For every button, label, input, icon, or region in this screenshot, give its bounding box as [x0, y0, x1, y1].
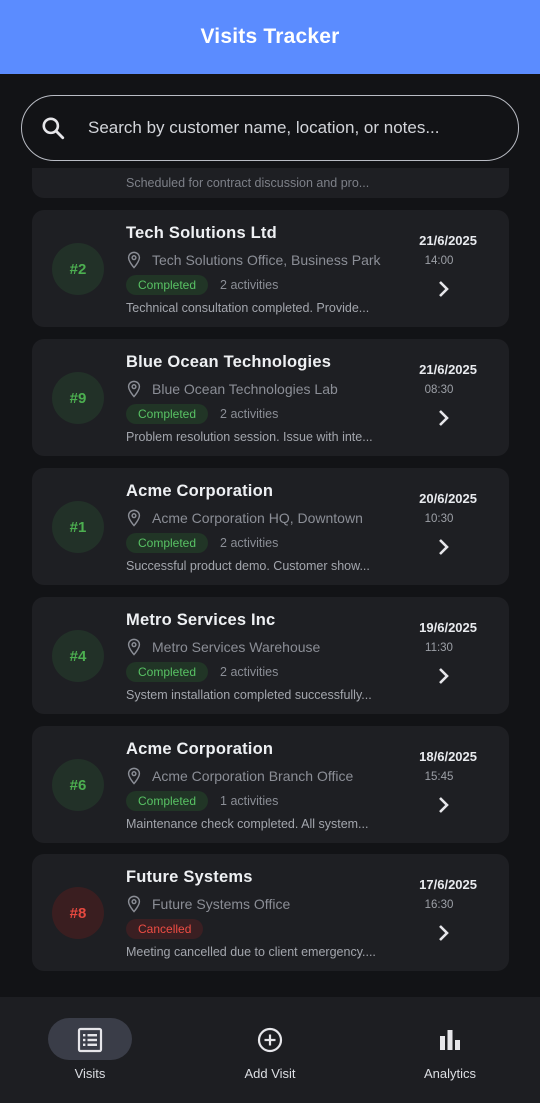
visit-card[interactable]: #2 Tech Solutions Ltd Tech Solutions Off…	[32, 210, 509, 327]
visit-card[interactable]: #1 Acme Corporation Acme Corporation HQ,…	[32, 468, 509, 585]
location-text: Blue Ocean Technologies Lab	[152, 381, 338, 397]
search-bar[interactable]	[21, 95, 519, 161]
location-text: Acme Corporation Branch Office	[152, 768, 354, 784]
location-pin-icon	[127, 509, 141, 527]
customer-name: Acme Corporation	[126, 482, 274, 500]
visit-notes: System installation completed successful…	[126, 688, 372, 702]
location-pin-icon	[127, 251, 141, 269]
chevron-right-icon[interactable]	[436, 795, 452, 815]
visit-time: 10:30	[424, 513, 454, 525]
status-row: Completed 1 activities	[126, 791, 278, 811]
chevron-right-icon[interactable]	[436, 279, 452, 299]
location-text: Future Systems Office	[152, 896, 291, 912]
nav-item-analytics[interactable]: Analytics	[360, 997, 540, 1103]
visit-location: Metro Services Warehouse	[126, 638, 320, 656]
location-text: Metro Services Warehouse	[152, 639, 321, 655]
list-icon	[77, 1027, 103, 1053]
visits-list[interactable]: Scheduled for contract discussion and pr…	[0, 168, 540, 998]
customer-name: Metro Services Inc	[126, 611, 276, 629]
visit-number-badge: #6	[52, 759, 104, 811]
visit-notes: Technical consultation completed. Provid…	[126, 301, 370, 315]
visit-location: Blue Ocean Technologies Lab	[126, 380, 338, 398]
visit-card[interactable]: #6 Acme Corporation Acme Corporation Bra…	[32, 726, 509, 843]
status-badge: Cancelled	[126, 919, 204, 939]
chevron-right-icon[interactable]	[436, 923, 452, 943]
location-text: Tech Solutions Office, Business Park	[152, 252, 381, 268]
visit-card[interactable]: #8 Future Systems Future Systems Office …	[32, 854, 509, 971]
status-row: Cancelled	[126, 919, 215, 939]
status-badge: Completed	[126, 662, 209, 682]
visit-card[interactable]: #9 Blue Ocean Technologies Blue Ocean Te…	[32, 339, 509, 456]
visit-time: 08:30	[424, 384, 454, 396]
location-text: Acme Corporation HQ, Downtown	[152, 510, 363, 526]
status-row: Completed 2 activities	[126, 533, 278, 553]
nav-label: Visits	[74, 1066, 106, 1081]
visit-time: 14:00	[424, 255, 454, 267]
customer-name: Blue Ocean Technologies	[126, 353, 332, 371]
visit-date: 19/6/2025	[419, 620, 477, 635]
visit-date: 20/6/2025	[419, 491, 477, 506]
app-title: Visits Tracker	[200, 25, 340, 48]
visit-date: 21/6/2025	[419, 233, 477, 248]
visit-location: Tech Solutions Office, Business Park	[126, 251, 381, 269]
status-row: Completed 2 activities	[126, 275, 278, 295]
location-pin-icon	[127, 638, 141, 656]
nav-label: Add Visit	[244, 1066, 296, 1081]
activities-count: 2 activities	[220, 536, 279, 550]
customer-name: Future Systems	[126, 868, 253, 886]
location-pin-icon	[127, 767, 141, 785]
search-input[interactable]	[88, 118, 488, 138]
nav-label: Analytics	[423, 1066, 477, 1081]
customer-name: Acme Corporation	[126, 740, 274, 758]
visit-card[interactable]: #4 Metro Services Inc Metro Services War…	[32, 597, 509, 714]
nav-item-add-visit[interactable]: Add Visit	[180, 997, 360, 1103]
visit-date: 17/6/2025	[419, 877, 477, 892]
location-pin-icon	[127, 895, 141, 913]
visit-notes: Maintenance check completed. All system.…	[126, 817, 369, 831]
visit-location: Acme Corporation HQ, Downtown	[126, 509, 363, 527]
visit-notes: Successful product demo. Customer show..…	[126, 559, 370, 573]
visit-notes: Meeting cancelled due to client emergenc…	[126, 945, 376, 959]
visit-time: 16:30	[424, 899, 454, 911]
visit-number-badge: #1	[52, 501, 104, 553]
visit-number-badge: #2	[52, 243, 104, 295]
visit-notes: Scheduled for contract discussion and pr…	[126, 176, 370, 190]
status-badge: Completed	[126, 791, 209, 811]
visit-card-partial[interactable]: Scheduled for contract discussion and pr…	[32, 168, 509, 198]
nav-item-visits[interactable]: Visits	[0, 997, 180, 1103]
visit-time: 11:30	[425, 642, 453, 654]
chevron-right-icon[interactable]	[436, 537, 452, 557]
app-bar: Visits Tracker	[0, 0, 540, 74]
bottom-navigation: Visits Add Visit Analytics	[0, 997, 540, 1103]
location-pin-icon	[127, 380, 141, 398]
activities-count: 1 activities	[220, 794, 279, 808]
status-row: Completed 2 activities	[126, 404, 278, 424]
visit-number-badge: #8	[52, 887, 104, 939]
bar-chart-icon	[440, 1030, 460, 1050]
chevron-right-icon[interactable]	[436, 408, 452, 428]
visit-date: 21/6/2025	[419, 362, 477, 377]
status-row: Completed 2 activities	[126, 662, 278, 682]
visit-location: Future Systems Office	[126, 895, 290, 913]
search-icon	[42, 117, 65, 140]
chevron-right-icon[interactable]	[436, 666, 452, 686]
visit-number-badge: #9	[52, 372, 104, 424]
activities-count: 2 activities	[220, 407, 279, 421]
status-badge: Completed	[126, 533, 209, 553]
activities-count: 2 activities	[220, 278, 279, 292]
customer-name: Tech Solutions Ltd	[126, 224, 277, 242]
add-circle-icon	[257, 1027, 283, 1053]
visit-date: 18/6/2025	[419, 749, 477, 764]
visit-time: 15:45	[424, 771, 454, 783]
visit-location: Acme Corporation Branch Office	[126, 767, 353, 785]
status-badge: Completed	[126, 404, 209, 424]
visit-number-badge: #4	[52, 630, 104, 682]
visit-notes: Problem resolution session. Issue with i…	[126, 430, 373, 444]
status-badge: Completed	[126, 275, 209, 295]
activities-count: 2 activities	[220, 665, 279, 679]
